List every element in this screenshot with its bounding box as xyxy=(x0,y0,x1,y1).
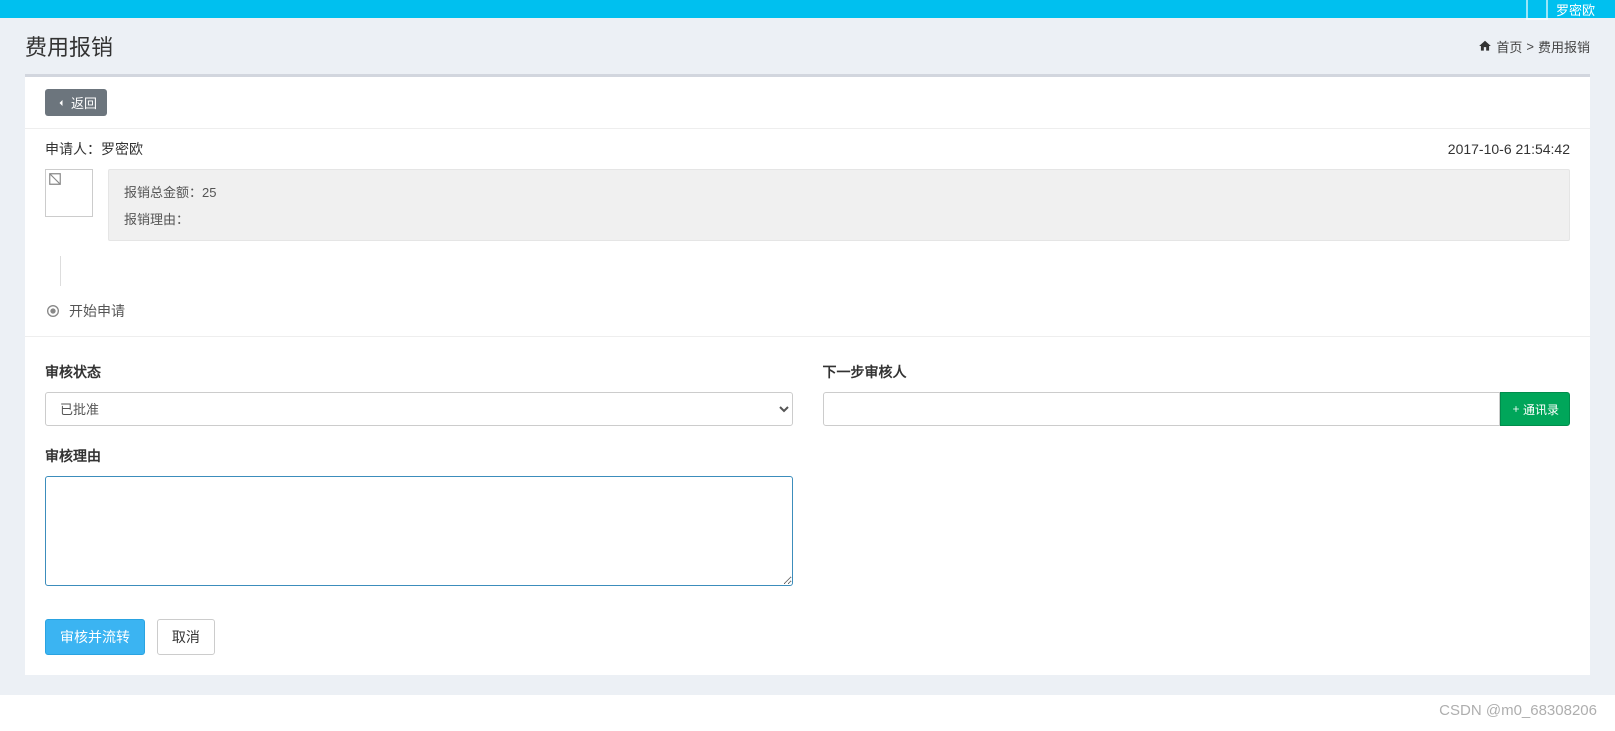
request-info-box: 报销总金额：25 报销理由： xyxy=(45,169,1570,241)
request-info-panel: 报销总金额：25 报销理由： xyxy=(108,169,1570,241)
total-amount-row: 报销总金额：25 xyxy=(124,182,1554,201)
audit-reason-textarea[interactable] xyxy=(45,476,793,586)
request-reason-row: 报销理由： xyxy=(124,209,1554,228)
breadcrumb-current: 费用报销 xyxy=(1538,37,1590,56)
back-button-label: 返回 xyxy=(71,93,97,112)
form-row-reason: 审核理由 xyxy=(45,446,1570,589)
breadcrumb: 首页 > 费用报销 xyxy=(1478,37,1590,56)
target-icon xyxy=(45,303,61,319)
reason-col: 审核理由 xyxy=(45,446,793,589)
action-buttons: 审核并流转 取消 xyxy=(45,619,1570,655)
contacts-button-label: 通讯录 xyxy=(1523,401,1559,418)
flow-start-label: 开始申请 xyxy=(69,301,125,321)
submit-button[interactable]: 审核并流转 xyxy=(45,619,145,655)
flow-connector xyxy=(60,256,61,286)
request-reason-label: 报销理由： xyxy=(124,212,189,227)
contacts-button[interactable]: 通讯录 xyxy=(1500,392,1570,426)
plus-icon xyxy=(1511,404,1521,414)
watermark: CSDN @m0_68308206 xyxy=(1439,702,1597,719)
audit-reason-label: 审核理由 xyxy=(45,446,793,466)
form-row-status-approver: 审核状态 已批准 下一步审核人 通讯录 xyxy=(45,362,1570,426)
main-panel: 返回 申请人：罗密欧 2017-10-6 21:54:42 报销总金额：25 xyxy=(25,74,1590,675)
topbar: 罗密欧 xyxy=(0,0,1615,18)
avatar-box-icon xyxy=(1526,0,1548,20)
page-title: 费用报销 xyxy=(25,30,113,62)
status-col: 审核状态 已批准 xyxy=(45,362,793,426)
applicant-row: 申请人：罗密欧 2017-10-6 21:54:42 xyxy=(45,139,1570,159)
avatar-placeholder xyxy=(45,169,93,217)
content-wrap: 返回 申请人：罗密欧 2017-10-6 21:54:42 报销总金额：25 xyxy=(0,74,1615,695)
chevron-left-icon xyxy=(55,97,67,109)
breadcrumb-separator: > xyxy=(1526,39,1534,54)
topbar-username: 罗密欧 xyxy=(1556,0,1595,19)
next-approver-input[interactable] xyxy=(823,392,1500,426)
home-icon xyxy=(1478,39,1492,53)
section-divider xyxy=(25,336,1590,337)
next-approver-label: 下一步审核人 xyxy=(823,362,1571,382)
panel-top: 返回 xyxy=(25,77,1590,129)
flow-start: 开始申请 xyxy=(45,296,1570,336)
empty-col xyxy=(823,446,1571,589)
applicant-info: 申请人：罗密欧 xyxy=(45,139,143,159)
applicant-name: 罗密欧 xyxy=(101,141,143,157)
panel-body: 申请人：罗密欧 2017-10-6 21:54:42 报销总金额：25 报销理由… xyxy=(25,129,1590,675)
total-amount-value: 25 xyxy=(202,185,216,200)
total-amount-label: 报销总金额： xyxy=(124,185,202,200)
breadcrumb-home[interactable]: 首页 xyxy=(1496,37,1522,56)
request-timestamp: 2017-10-6 21:54:42 xyxy=(1448,141,1570,157)
cancel-button[interactable]: 取消 xyxy=(157,619,215,655)
applicant-label: 申请人： xyxy=(45,141,101,157)
status-label: 审核状态 xyxy=(45,362,793,382)
back-button[interactable]: 返回 xyxy=(45,89,107,116)
broken-image-icon xyxy=(48,172,62,186)
approver-input-group: 通讯录 xyxy=(823,392,1571,426)
approver-col: 下一步审核人 通讯录 xyxy=(823,362,1571,426)
topbar-user[interactable]: 罗密欧 xyxy=(1526,0,1595,20)
page-header: 费用报销 首页 > 费用报销 xyxy=(0,18,1615,74)
status-select[interactable]: 已批准 xyxy=(45,392,793,426)
